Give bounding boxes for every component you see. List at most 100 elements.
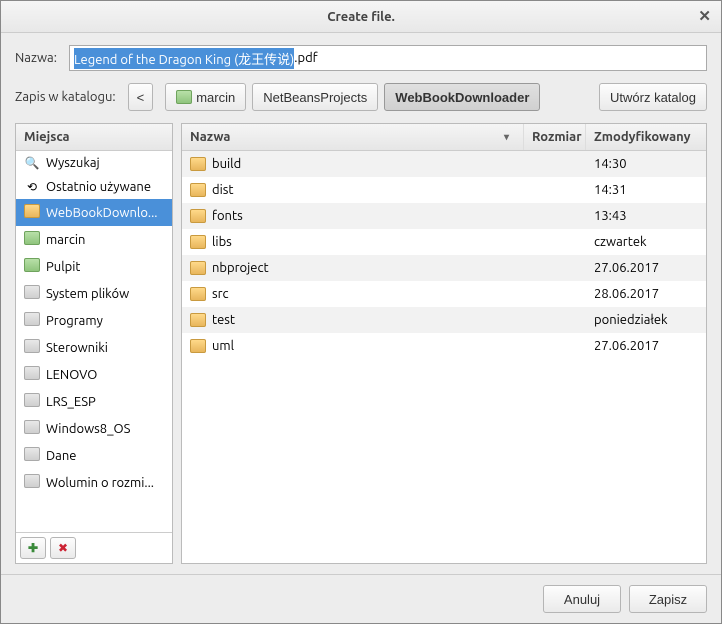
recent-icon: ⟲ (24, 180, 40, 194)
file-row[interactable]: dist14:31 (182, 177, 706, 203)
place-item[interactable]: Sterowniki (16, 334, 172, 361)
file-list-body: build14:30dist14:31 fonts 13:43 libs czwarte… (182, 151, 706, 563)
filename-row: Nazwa: Legend of the Dragon King (龙王传说).… (15, 45, 707, 71)
file-name: uml (212, 339, 234, 353)
place-label: marcin (46, 233, 85, 247)
file-modified: czwartek (586, 235, 706, 249)
place-label: Pulpit (46, 260, 80, 274)
file-row[interactable]: fonts 13:43 (182, 203, 706, 229)
place-label: Wyszukaj (46, 156, 100, 170)
place-item[interactable]: Dane (16, 442, 172, 469)
folder-icon (24, 204, 40, 221)
drive-icon (24, 312, 40, 329)
file-name: fonts (212, 209, 243, 223)
breadcrumb-segment[interactable]: marcin (165, 83, 246, 111)
file-row[interactable]: src 28.06.2017 (182, 281, 706, 307)
drive-icon (24, 366, 40, 383)
drive-icon (24, 285, 40, 302)
add-bookmark-button[interactable]: ✚ (20, 537, 46, 559)
places-sidebar: Miejsca 🔍 Wyszukaj ⟲ Ostatnio używane WebBoo… (15, 123, 173, 564)
file-name: nbproject (212, 261, 269, 275)
file-row[interactable]: libs czwartek (182, 229, 706, 255)
folder-icon (190, 313, 206, 327)
file-name: dist (212, 183, 234, 197)
place-label: Programy (46, 314, 103, 328)
search-icon: 🔍 (24, 156, 40, 170)
file-row[interactable]: nbproject 27.06.2017 (182, 255, 706, 281)
folder-icon (190, 235, 206, 249)
place-item[interactable]: ⟲ Ostatnio używane (16, 175, 172, 199)
file-modified: 28.06.2017 (586, 287, 706, 301)
file-name: src (212, 287, 229, 301)
place-item[interactable]: WebBookDownlo... (16, 199, 172, 226)
drive-icon (24, 393, 40, 410)
place-item[interactable]: LENOVO (16, 361, 172, 388)
column-modified-header[interactable]: Zmodyfikowany (586, 124, 706, 150)
window-title: Create file. (327, 10, 395, 24)
home-icon (24, 231, 40, 248)
file-row[interactable]: uml 27.06.2017 (182, 333, 706, 359)
split-pane: Miejsca 🔍 Wyszukaj ⟲ Ostatnio używane WebBoo… (15, 123, 707, 564)
place-label: WebBookDownlo... (46, 206, 158, 220)
close-icon[interactable]: ✕ (698, 7, 711, 25)
folder-icon (190, 339, 206, 353)
file-name: libs (212, 235, 232, 249)
file-row[interactable]: build14:30 (182, 151, 706, 177)
dialog-body: Nazwa: Legend of the Dragon King (龙王传说).… (1, 33, 721, 574)
place-label: LRS_ESP (46, 395, 96, 409)
titlebar: Create file. ✕ (1, 1, 721, 33)
dialog-footer: Anuluj Zapisz (1, 574, 721, 623)
sidebar-footer: ✚ ✖ (16, 532, 172, 563)
place-item[interactable]: Wolumin o rozmi... (16, 469, 172, 496)
column-size-header[interactable]: Rozmiar (524, 124, 586, 150)
file-row[interactable]: testponiedziałek (182, 307, 706, 333)
save-button[interactable]: Zapisz (629, 585, 707, 613)
sort-arrow-icon: ▾ (504, 131, 509, 143)
file-modified: 27.06.2017 (586, 339, 706, 353)
drive-icon (24, 474, 40, 491)
home-folder-icon (176, 90, 192, 104)
filename-selection: Legend of the Dragon King (龙王传说) (74, 48, 294, 69)
drive-icon (24, 447, 40, 464)
drive-icon (24, 339, 40, 356)
drive-icon (24, 420, 40, 437)
cancel-button[interactable]: Anuluj (543, 585, 621, 613)
create-folder-button[interactable]: Utwórz katalog (599, 83, 707, 111)
column-name-header[interactable]: Nazwa ▾ (182, 124, 524, 150)
path-row: Zapis w katalogu: < marcinNetBeansProjec… (15, 83, 707, 111)
breadcrumb: marcinNetBeansProjectsWebBookDownloader (165, 83, 540, 111)
savein-label: Zapis w katalogu: (15, 90, 116, 104)
place-item[interactable]: System plików (16, 280, 172, 307)
place-item[interactable]: 🔍 Wyszukaj (16, 151, 172, 175)
folder-icon (190, 287, 206, 301)
place-label: Wolumin o rozmi... (46, 476, 154, 490)
place-label: Dane (46, 449, 76, 463)
place-label: Ostatnio używane (46, 180, 151, 194)
place-item[interactable]: Windows8_OS (16, 415, 172, 442)
place-item[interactable]: marcin (16, 226, 172, 253)
place-label: LENOVO (46, 368, 97, 382)
desktop-icon (24, 258, 40, 275)
folder-icon (190, 209, 206, 223)
remove-bookmark-button[interactable]: ✖ (50, 537, 76, 559)
file-dialog: Create file. ✕ Nazwa: Legend of the Drag… (0, 0, 722, 624)
breadcrumb-segment[interactable]: NetBeansProjects (252, 83, 378, 111)
file-list-header: Nazwa ▾ Rozmiar Zmodyfikowany (182, 124, 706, 151)
place-item[interactable]: Pulpit (16, 253, 172, 280)
place-item[interactable]: LRS_ESP (16, 388, 172, 415)
filename-suffix: .pdf (294, 51, 317, 65)
file-list: Nazwa ▾ Rozmiar Zmodyfikowany build14:30… (181, 123, 707, 564)
name-label: Nazwa: (15, 51, 57, 65)
file-modified: 13:43 (586, 209, 706, 223)
place-label: Windows8_OS (46, 422, 130, 436)
filename-input[interactable]: Legend of the Dragon King (龙王传说).pdf (69, 45, 707, 71)
places-header: Miejsca (16, 124, 172, 151)
place-label: System plików (46, 287, 129, 301)
place-item[interactable]: Programy (16, 307, 172, 334)
folder-icon (190, 261, 206, 275)
breadcrumb-segment[interactable]: WebBookDownloader (384, 83, 540, 111)
file-name: build (212, 157, 241, 171)
place-label: Sterowniki (46, 341, 108, 355)
file-modified: 27.06.2017 (586, 261, 706, 275)
path-back-button[interactable]: < (128, 83, 154, 111)
